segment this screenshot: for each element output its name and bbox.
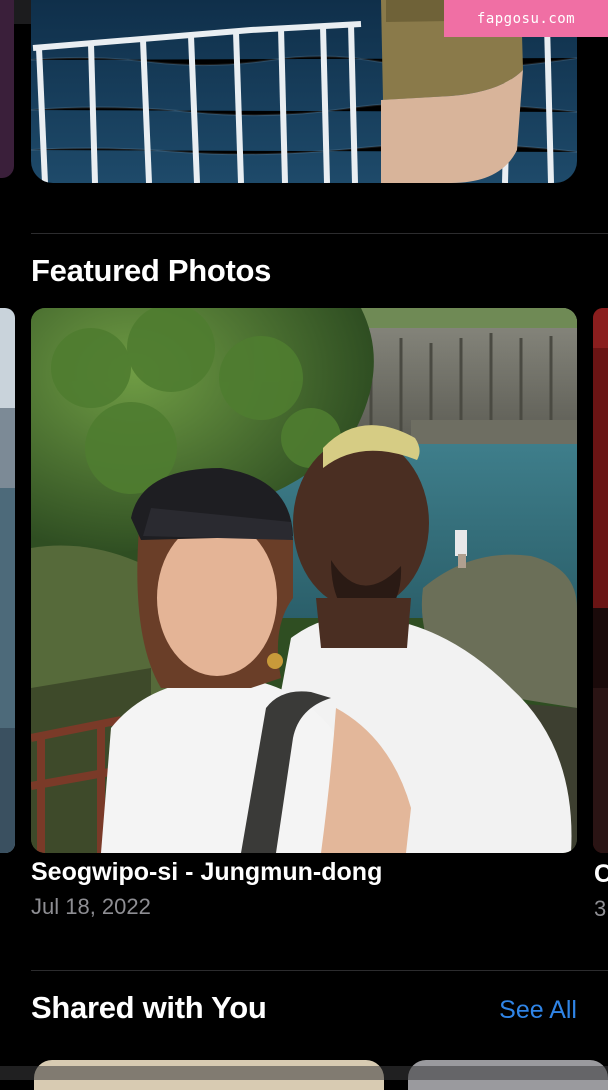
featured-photo (31, 308, 577, 853)
memory-left-peek[interactable] (0, 0, 14, 178)
featured-photo-card[interactable] (31, 308, 577, 853)
see-all-link[interactable]: See All (499, 996, 577, 1025)
featured-photo-date: Jul 18, 2022 (31, 894, 151, 919)
next-photo-date-peek: 3 (594, 896, 607, 921)
shared-with-you-heading: Shared with You (31, 990, 267, 1025)
tab-bar-edge (0, 1066, 608, 1080)
watermark-banner: fapgosu.com (444, 0, 608, 37)
next-photo-location-peek[interactable]: C (594, 860, 608, 889)
featured-photos-heading: Featured Photos (31, 253, 272, 288)
next-photo-peek[interactable] (593, 308, 608, 853)
section-divider-2 (31, 970, 608, 971)
featured-photo-location[interactable]: Seogwipo-si - Jungmun-dong (31, 858, 382, 887)
previous-photo-peek[interactable] (0, 308, 15, 853)
section-divider (31, 233, 608, 234)
